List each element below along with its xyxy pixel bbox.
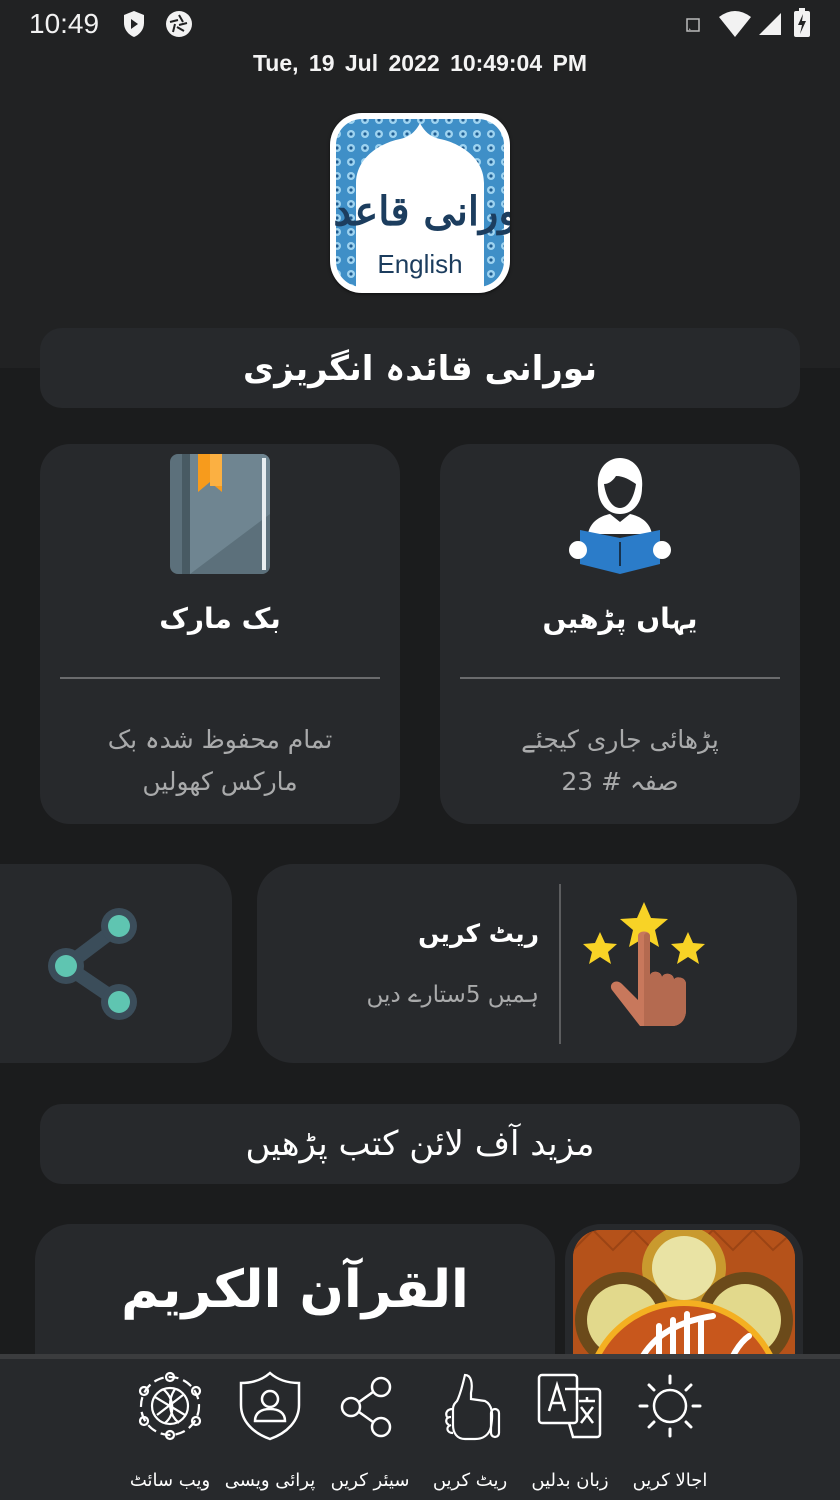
datetime-display: Tue, 19 Jul 2022 10:49:04 PM: [252, 50, 588, 76]
book-title: القرآن الكريم: [121, 1260, 469, 1320]
more-books-title: مزید آف لائن کتب پڑھیں: [245, 1124, 595, 1164]
bottom-nav: اجالا کریں زبان بدلیں ریٹ کریں سیئر کریں…: [0, 1354, 840, 1500]
battery-charging-icon: [793, 8, 811, 42]
nav-label: ویب سائٹ: [129, 1470, 211, 1491]
noorani-qaida-logo-icon: نورانی قاعدہ English: [330, 119, 510, 288]
app-logo: نورانی قاعدہ English: [330, 113, 510, 293]
bookmark-subtitle-line: تمام محفوظ شدہ بک: [107, 725, 333, 754]
thumbs-up-icon: [435, 1371, 505, 1441]
page-number-label: صفہ # 23: [561, 767, 679, 796]
bookmark-subtitle: تمام محفوظ شدہ بک مارکس کھولیں: [60, 719, 380, 803]
divider: [60, 677, 380, 679]
nav-item-change-language[interactable]: زبان بدلیں: [520, 1359, 620, 1500]
globe-network-icon: [135, 1371, 205, 1441]
bookmark-subtitle-line: مارکس کھولیں: [142, 767, 298, 796]
sun-icon: [635, 1371, 705, 1441]
nav-item-rate[interactable]: ریٹ کریں: [420, 1359, 520, 1500]
nav-item-brightness[interactable]: اجالا کریں: [620, 1359, 720, 1500]
logo-calligraphy: نورانی قاعدہ: [330, 188, 510, 236]
wifi-icon: [718, 10, 752, 42]
app-title: نورانی قائدہ انگریزی: [243, 348, 597, 389]
bookmark-card[interactable]: بک مارک تمام محفوظ شدہ بک مارکس کھولیں: [40, 444, 400, 824]
rate-subtitle: ہمیں 5ستارے دیں: [366, 982, 539, 1008]
bookmark-title: بک مارک: [159, 602, 281, 635]
cast-icon: [686, 17, 700, 36]
translate-icon: [535, 1371, 605, 1441]
nav-item-share[interactable]: سیئر کریں: [320, 1359, 420, 1500]
share-icon: [335, 1371, 405, 1441]
camera-shutter-icon: [165, 10, 193, 42]
share-icon: [44, 904, 144, 1028]
nav-item-privacy[interactable]: پرائی ویسی: [220, 1359, 320, 1500]
cell-signal-icon: [758, 12, 782, 40]
read-here-subtitle-line: پڑھائی جاری کیجئے: [521, 725, 719, 754]
logo-caption: English: [377, 249, 462, 279]
title-banner: نورانی قائدہ انگریزی: [40, 328, 800, 408]
read-here-subtitle: پڑھائی جاری کیجئے صفہ # 23: [460, 719, 780, 803]
play-protect-icon: [122, 10, 146, 42]
more-books-banner: مزید آف لائن کتب پڑھیں: [40, 1104, 800, 1184]
divider: [460, 677, 780, 679]
read-here-title: یہاں پڑھیں: [542, 602, 698, 635]
divider: [559, 884, 561, 1044]
rate-stars-hand-icon: [582, 900, 708, 1032]
nav-item-website[interactable]: ویب سائٹ: [120, 1359, 220, 1500]
rate-title: ریٹ کریں: [418, 919, 539, 948]
reading-person-icon: [568, 454, 671, 574]
share-card[interactable]: [0, 864, 232, 1063]
privacy-shield-icon: [235, 1371, 305, 1441]
rate-card[interactable]: ریٹ کریں ہمیں 5ستارے دیں: [257, 864, 797, 1063]
status-time: 10:49: [29, 8, 100, 39]
status-bar: 10:49: [0, 0, 840, 50]
bookmark-book-icon: [170, 454, 270, 574]
read-here-card[interactable]: یہاں پڑھیں پڑھائی جاری کیجئے صفہ # 23: [440, 444, 800, 824]
